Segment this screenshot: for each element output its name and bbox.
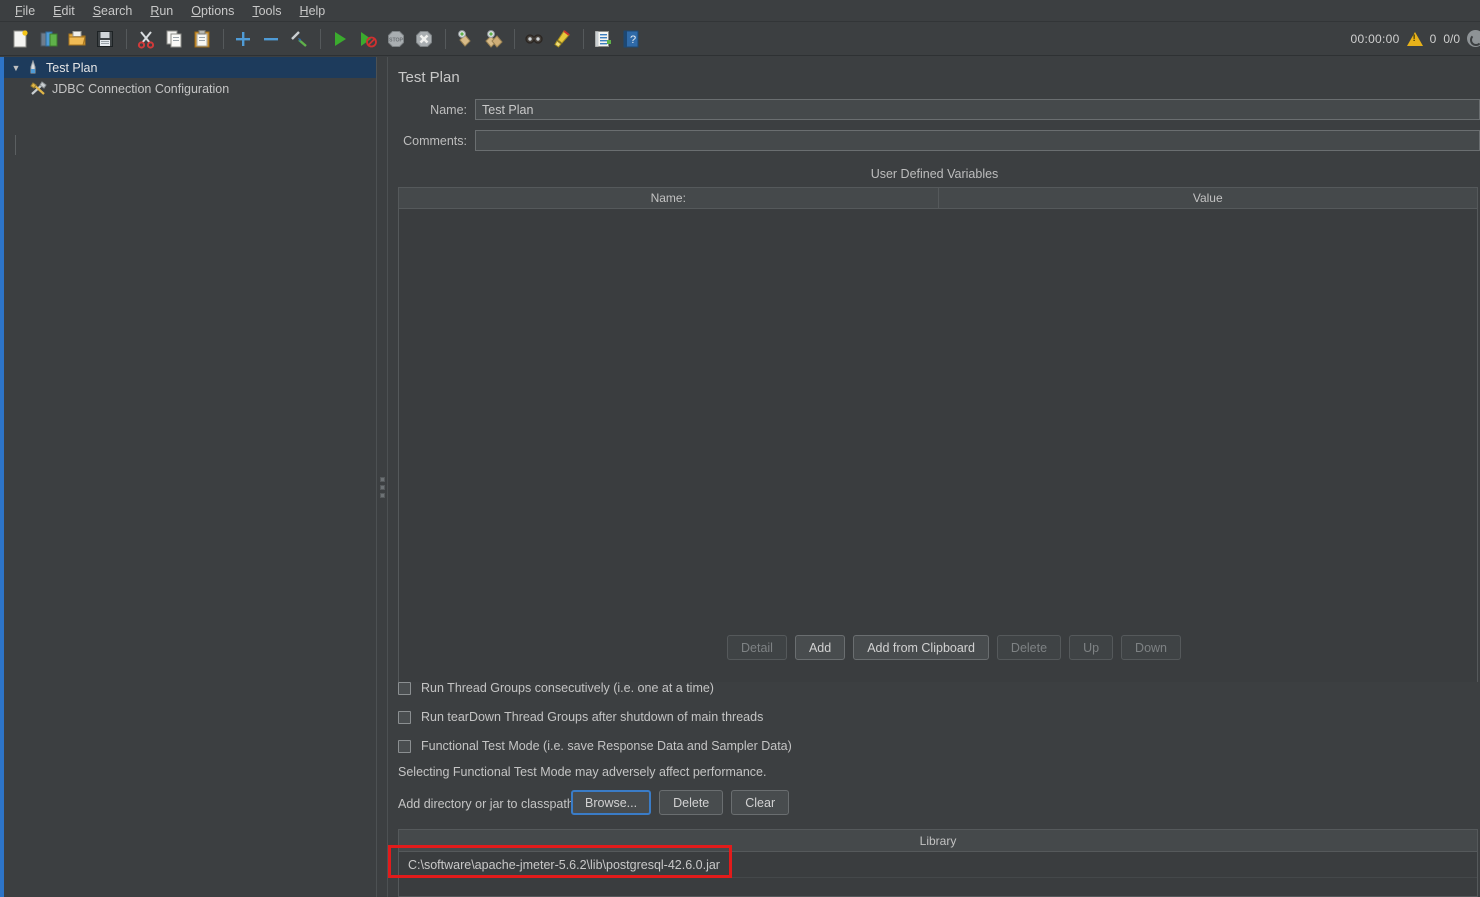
save-icon[interactable] [92,26,118,52]
down-button[interactable]: Down [1121,635,1182,660]
help-icon[interactable]: ? [618,26,644,52]
menu-edit[interactable]: Edit [44,2,84,20]
comments-field-row: Comments: [389,130,1480,151]
status-area: 00:00:00 0 0/0 [1351,30,1480,47]
new-icon[interactable] [8,26,34,52]
start-icon[interactable] [327,26,353,52]
toggle-icon[interactable] [286,26,312,52]
start-no-pauses-icon[interactable] [355,26,381,52]
svg-text:?: ? [630,34,636,46]
toolbar-separator-2 [223,28,224,49]
toolbar-separator-1 [126,28,127,49]
chevron-down-icon[interactable]: ▼ [8,63,24,73]
comments-input[interactable] [475,130,1480,151]
delete-variable-button[interactable]: Delete [996,635,1062,660]
clear-icon[interactable] [452,26,478,52]
library-row[interactable]: C:\software\apache-jmeter-5.6.2\lib\post… [399,852,1477,878]
user-defined-variables-title: User Defined Variables [870,167,999,181]
function-helper-icon[interactable] [590,26,616,52]
menu-search[interactable]: Search [84,2,142,20]
tree-node-label: JDBC Connection Configuration [52,81,230,96]
library-row[interactable] [399,878,1477,897]
shutdown-icon[interactable] [411,26,437,52]
functional-test-mode-hint: Selecting Functional Test Mode may adver… [398,765,767,779]
warning-triangle-icon[interactable] [1406,31,1423,46]
menu-help[interactable]: Help [291,2,335,20]
checkbox-label: Run Thread Groups consecutively (i.e. on… [421,681,714,695]
tree-guide-line [15,135,16,155]
templates-icon[interactable] [36,26,62,52]
checkbox-label: Run tearDown Thread Groups after shutdow… [421,710,764,724]
name-label: Name: [430,102,467,117]
column-header-value[interactable]: Value [939,188,1478,208]
name-input[interactable]: Test Plan [475,99,1480,120]
column-header-name[interactable]: Name: [399,188,939,208]
browse-button[interactable]: Browse... [571,790,652,815]
reset-search-icon[interactable] [549,26,575,52]
name-field-row: Name: Test Plan [389,99,1480,120]
error-count: 0 [1429,31,1437,46]
panel-splitter[interactable] [376,57,388,897]
run-thread-groups-consecutively-row[interactable]: Run Thread Groups consecutively (i.e. on… [398,681,714,695]
menu-bar: File Edit Search Run Options Tools Help [0,0,1480,22]
connection-status-icon [1467,30,1480,47]
svg-text:STOP: STOP [389,37,404,43]
library-table[interactable]: Library C:\software\apache-jmeter-5.6.2\… [398,829,1478,897]
classpath-buttons: Browse... Delete Clear [571,790,790,815]
run-teardown-thread-groups-row[interactable]: Run tearDown Thread Groups after shutdow… [398,710,763,724]
menu-file[interactable]: File [6,2,44,20]
clear-all-icon[interactable] [480,26,506,52]
paste-icon[interactable] [189,26,215,52]
add-from-clipboard-button[interactable]: Add from Clipboard [853,635,989,660]
menu-run[interactable]: Run [141,2,182,20]
test-plan-icon [24,59,42,76]
add-button[interactable]: Add [794,635,846,660]
test-plan-editor: Test Plan Name: Test Plan Comments: User… [389,57,1480,897]
tree-node-jdbc-connection-configuration[interactable]: JDBC Connection Configuration [4,78,376,99]
expand-all-icon[interactable] [230,26,256,52]
functional-test-mode-row[interactable]: Functional Test Mode (i.e. save Response… [398,739,792,753]
active-threads: 0/0 [1443,31,1460,46]
search-icon[interactable] [521,26,547,52]
user-defined-variables-table[interactable]: Name: Value [398,187,1478,682]
detail-button[interactable]: Detail [727,635,787,660]
cut-icon[interactable] [133,26,159,52]
collapse-all-icon[interactable] [258,26,284,52]
menu-tools[interactable]: Tools [243,2,290,20]
up-button[interactable]: Up [1069,635,1114,660]
column-header-library[interactable]: Library [399,830,1477,852]
table-header: Name: Value [399,188,1477,209]
classpath-label: Add directory or jar to classpath [398,797,574,811]
menu-options[interactable]: Options [182,2,243,20]
table-body[interactable] [399,209,1477,682]
toolbar-separator-6 [583,28,584,49]
clear-library-button[interactable]: Clear [731,790,790,815]
toolbar-separator-3 [320,28,321,49]
tree-node-label: Test Plan [46,60,98,75]
test-plan-tree[interactable]: ▼ Test Plan JDBC Connection Configuratio… [4,57,376,897]
toolbar-separator-5 [514,28,515,49]
elapsed-timer: 00:00:00 [1350,31,1400,46]
jmeter-window: File Edit Search Run Options Tools Help [0,0,1480,897]
stop-icon[interactable]: STOP [383,26,409,52]
functional-test-mode-checkbox[interactable] [398,739,411,753]
config-element-icon [30,80,48,97]
comments-label: Comments: [403,133,467,148]
toolbar-separator-4 [445,28,446,49]
tree-node-test-plan[interactable]: ▼ Test Plan [4,57,376,78]
splitter-grip[interactable] [380,477,386,501]
page-title: Test Plan [398,69,460,86]
toolbar: STOP ? 00:00:00 ! 0 0/0 [0,22,1480,56]
run-teardown-thread-groups-checkbox[interactable] [398,710,411,724]
run-thread-groups-consecutively-checkbox[interactable] [398,681,411,695]
delete-library-button[interactable]: Delete [659,790,724,815]
copy-icon[interactable] [161,26,187,52]
open-icon[interactable] [64,26,90,52]
checkbox-label: Functional Test Mode (i.e. save Response… [421,739,792,753]
variable-action-buttons: Detail Add Add from Clipboard Delete Up … [727,635,1182,660]
